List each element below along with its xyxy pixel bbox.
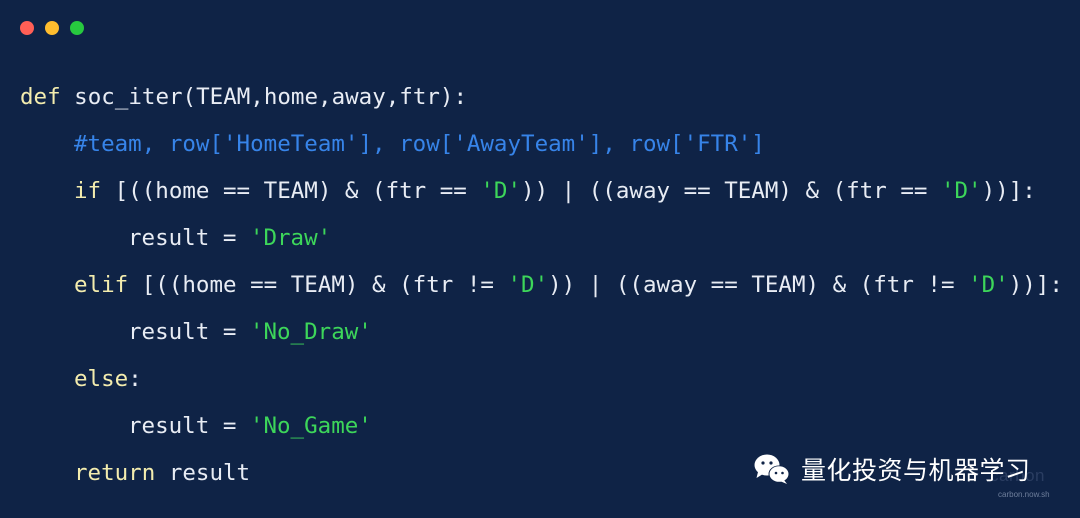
code-token: )) | ((away == TEAM) & (ftr ==	[521, 178, 941, 204]
string-token: 'D'	[940, 178, 982, 204]
code-line: result = 'No_Draw'	[20, 309, 1063, 356]
string-token: 'Draw'	[249, 225, 332, 251]
code-token: result =	[128, 319, 250, 345]
watermark-text: 量化投资与机器学习	[801, 456, 1031, 485]
code-window: def soc_iter(TEAM,home,away,ftr): #team, …	[0, 0, 1080, 518]
code-line: else:	[20, 356, 1063, 403]
code-token: :	[128, 366, 142, 392]
minimize-button[interactable]	[45, 21, 59, 35]
keyword-token: def	[20, 84, 61, 110]
code-token: result	[155, 460, 251, 486]
code-line: result = 'No_Game'	[20, 403, 1063, 450]
code-token: ))]:	[981, 178, 1036, 204]
code-line: elif [((home == TEAM) & (ftr != 'D')) | …	[20, 262, 1063, 309]
code-token: [((home == TEAM) & (ftr !=	[128, 272, 508, 298]
close-button[interactable]	[20, 21, 34, 35]
code-token: ))]:	[1008, 272, 1063, 298]
keyword-token: return	[74, 460, 156, 486]
code-token: result =	[128, 413, 250, 439]
comment-token: #team, row['HomeTeam'], row['AwayTeam'],…	[74, 131, 765, 157]
keyword-token: if	[74, 178, 102, 204]
string-token: 'D'	[507, 272, 549, 298]
code-token: soc_iter(TEAM,home,away,ftr):	[60, 84, 468, 110]
code-block: def soc_iter(TEAM,home,away,ftr): #team, …	[20, 74, 1063, 497]
keyword-token: else	[74, 366, 129, 392]
string-token: 'D'	[480, 178, 522, 204]
maximize-button[interactable]	[70, 21, 84, 35]
string-token: 'No_Draw'	[249, 319, 372, 345]
code-token: [((home == TEAM) & (ftr ==	[101, 178, 481, 204]
wechat-icon	[754, 454, 790, 484]
code-line: if [((home == TEAM) & (ftr == 'D')) | ((…	[20, 168, 1063, 215]
keyword-token: elif	[74, 272, 129, 298]
code-token: )) | ((away == TEAM) & (ftr !=	[548, 272, 969, 298]
code-line: #team, row['HomeTeam'], row['AwayTeam'],…	[20, 121, 1063, 168]
carbon-url: carbon.now.sh	[998, 490, 1050, 499]
code-token: result =	[128, 225, 250, 251]
code-line: def soc_iter(TEAM,home,away,ftr):	[20, 74, 1063, 121]
string-token: 'D'	[968, 272, 1009, 298]
code-line: result = 'Draw'	[20, 215, 1063, 262]
wechat-watermark: 量化投资与机器学习	[753, 449, 1031, 489]
string-token: 'No_Game'	[249, 413, 372, 439]
